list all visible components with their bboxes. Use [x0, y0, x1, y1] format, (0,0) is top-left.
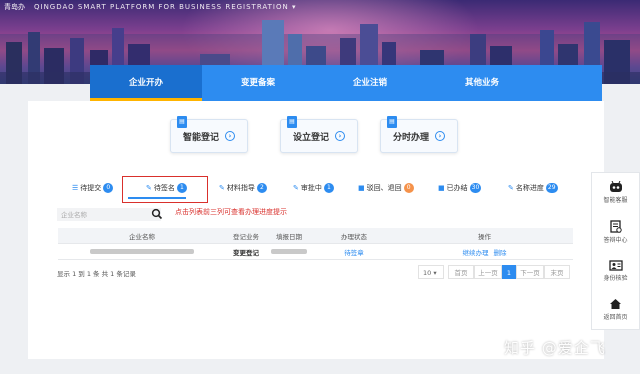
tab-material-guidance[interactable]: ✎ 材料指导 2 — [219, 183, 267, 193]
registration-type-cell[interactable]: 变更登记 — [226, 247, 266, 257]
count-badge: 0 — [403, 183, 414, 193]
arrow-circle-icon: › — [335, 131, 345, 141]
count-badge: 30 — [469, 183, 482, 193]
service-label: 分时办理 — [392, 132, 429, 143]
pagination: 10 ▾ 首页 上一页 1 下一页 末页 — [418, 265, 570, 279]
hint-text: 点击列表前三列可查看办理进度提示 — [175, 208, 287, 216]
folder-icon: ■ — [438, 184, 445, 192]
side-label: 返回首页 — [603, 314, 628, 321]
arrow-circle-icon: › — [225, 131, 235, 141]
robot-icon — [609, 181, 622, 192]
status-cell[interactable]: 待签章 — [312, 247, 396, 257]
tab-label: 审批中 — [300, 184, 322, 192]
edit-icon: ✎ — [293, 184, 299, 192]
side-label: 身份核验 — [603, 274, 628, 282]
nav-change-filing[interactable]: 变更备案 — [202, 65, 314, 101]
edit-icon: ✎ — [508, 184, 514, 192]
next-page-button[interactable]: 下一页 — [516, 265, 544, 279]
prev-page-button[interactable]: 上一页 — [474, 265, 502, 279]
active-tab-underline — [128, 197, 186, 199]
document-icon — [609, 219, 622, 233]
tab-label: 待提交 — [80, 184, 102, 192]
count-badge: 0 — [103, 183, 114, 193]
side-label: 智能客服 — [603, 197, 628, 204]
column-header: 办理状态 — [341, 232, 367, 241]
service-label: 智能登记 — [182, 132, 219, 143]
file-icon: ▤ — [287, 116, 297, 128]
nav-enterprise-cancellation[interactable]: 企业注销 — [314, 65, 426, 101]
identity-verification-button[interactable]: 身份核验 — [592, 251, 639, 290]
last-page-button[interactable]: 末页 — [544, 265, 570, 279]
tab-label: 已办结 — [446, 184, 468, 192]
nav-other-business[interactable]: 其他业务 — [426, 65, 538, 101]
content-panel: ▤ 智能登记 › ▤ 设立登记 › ▤ 分时办理 › ☰ 待提交 0 ✎ 待签名… — [28, 101, 604, 359]
redacted-text — [90, 249, 194, 254]
table-header: 企业名称 登记业务 填报日期 办理状态 操作 — [58, 228, 573, 244]
column-header: 登记业务 — [233, 232, 259, 241]
logo-text: 青岛办 — [4, 3, 25, 11]
tab-label: 驳回、退回 — [366, 184, 402, 192]
table-row[interactable]: 变更登记 待签章 继续办理 删除 — [58, 244, 573, 260]
arrow-circle-icon: › — [435, 131, 445, 141]
service-label: 设立登记 — [292, 132, 329, 143]
setup-registration-button[interactable]: ▤ 设立登记 › — [280, 116, 358, 153]
tab-completed[interactable]: ■ 已办结 30 — [438, 183, 482, 193]
main-navigation: 企业开办 变更备案 企业注销 其他业务 — [90, 65, 602, 101]
column-header: 企业名称 — [129, 232, 155, 241]
tab-under-review[interactable]: ✎ 审批中 1 — [293, 183, 334, 193]
return-home-button[interactable]: 返回首页 — [592, 290, 639, 329]
continue-button[interactable]: 继续办理 — [462, 249, 488, 257]
application-table: 企业名称 登记业务 填报日期 办理状态 操作 变更登记 待签章 继续办理 删除 — [58, 228, 573, 260]
record-count: 显示 1 到 1 条 共 1 条记录 — [57, 270, 136, 278]
tab-label: 材料指导 — [226, 184, 255, 192]
side-label: 答辩中心 — [603, 236, 628, 244]
platform-title: QINGDAO SMART PLATFORM FOR BUSINESS REGI… — [34, 3, 297, 11]
page-1-button[interactable]: 1 — [502, 265, 516, 279]
file-icon: ▤ — [387, 116, 397, 128]
redacted-text — [271, 249, 307, 254]
smart-service-button[interactable]: 智能客服 — [592, 173, 639, 212]
home-icon — [610, 299, 621, 309]
page-size-select[interactable]: 10 ▾ — [418, 265, 444, 279]
file-icon: ▤ — [177, 116, 187, 128]
actions-cell: 继续办理 删除 — [396, 247, 573, 257]
count-badge: 2 — [256, 183, 267, 193]
company-name-cell[interactable] — [58, 248, 226, 256]
tab-rejected-returned[interactable]: ■ 驳回、退回 0 — [358, 183, 414, 193]
watermark: 知乎 @爱企飞 — [504, 339, 606, 357]
nav-enterprise-setup[interactable]: 企业开办 — [90, 65, 202, 101]
smart-registration-button[interactable]: ▤ 智能登记 › — [170, 116, 248, 153]
list-icon: ☰ — [72, 184, 79, 192]
edit-icon: ✎ — [219, 184, 225, 192]
folder-icon: ■ — [358, 184, 365, 192]
first-page-button[interactable]: 首页 — [448, 265, 474, 279]
search-icon[interactable] — [151, 208, 163, 220]
column-header: 填报日期 — [276, 232, 302, 241]
id-card-icon — [608, 259, 623, 271]
tab-label: 名称进度 — [515, 184, 544, 192]
tab-name-progress[interactable]: ✎ 名称进度 29 — [508, 183, 558, 193]
side-toolbar: 智能客服 答辩中心 身份核验 返回首页 — [591, 172, 640, 330]
answer-center-button[interactable]: 答辩中心 — [592, 212, 639, 251]
count-badge: 1 — [323, 183, 334, 193]
delete-button[interactable]: 删除 — [494, 249, 507, 257]
company-search-input[interactable] — [57, 208, 161, 221]
fill-date-cell[interactable] — [266, 248, 312, 256]
timeshare-processing-button[interactable]: ▤ 分时办理 › — [380, 116, 458, 153]
column-header: 操作 — [478, 232, 491, 241]
tab-pending-submit[interactable]: ☰ 待提交 0 — [72, 183, 114, 193]
count-badge: 29 — [545, 183, 558, 193]
